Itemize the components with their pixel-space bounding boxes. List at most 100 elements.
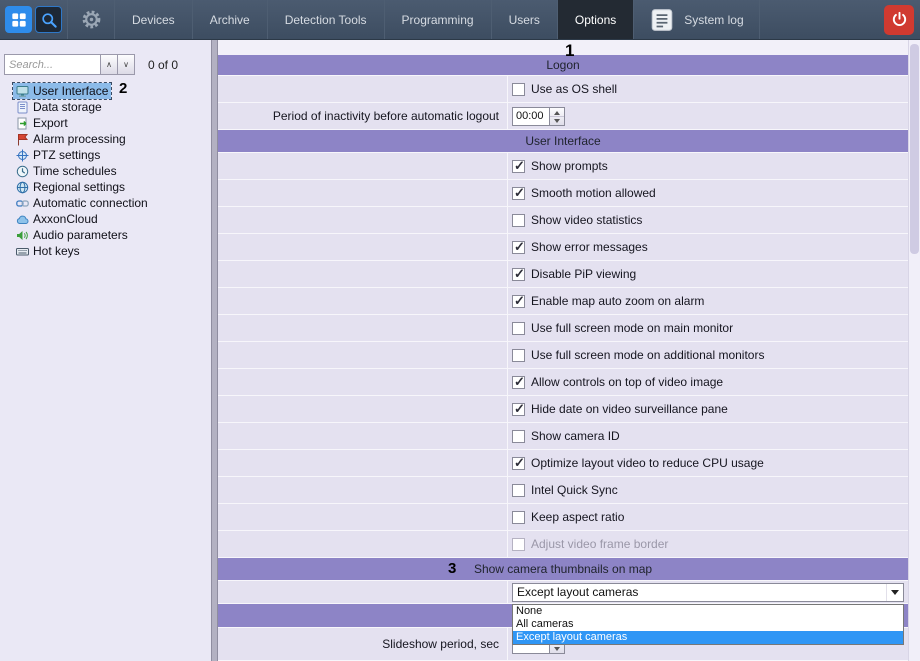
thumbnails-dropdown[interactable]: Except layout cameras [512, 583, 904, 602]
settings-sidebar: ∧ ∨ 0 of 0 User Interface Data storage E… [0, 40, 211, 661]
menu-item-devices[interactable]: Devices [115, 0, 193, 39]
thumbnails-dropdown-row: Except layout cameras [218, 581, 908, 604]
sidebar-item-time-schedules[interactable]: Time schedules [13, 163, 120, 179]
option-label: Smooth motion allowed [531, 186, 656, 200]
sidebar-item-axxoncloud[interactable]: AxxonCloud [13, 211, 101, 227]
option-row: Keep aspect ratio [218, 504, 908, 531]
spinner-down-icon[interactable] [550, 117, 564, 125]
sidebar-item-label: User Interface [33, 84, 108, 98]
sidebar-item-alarm-processing[interactable]: Alarm processing [13, 131, 129, 147]
intel-quick-sync-checkbox[interactable] [512, 484, 525, 497]
settings-panel: Logon Use as OS shell Period of inactivi… [218, 40, 908, 661]
scrollbar-thumb[interactable] [910, 44, 919, 254]
menu-item-detection-tools[interactable]: Detection Tools [268, 0, 385, 39]
sidebar-item-audio-parameters[interactable]: Audio parameters [13, 227, 131, 243]
error-messages-checkbox[interactable] [512, 241, 525, 254]
launcher-icons [0, 0, 67, 39]
vertical-scrollbar[interactable] [908, 40, 920, 661]
disable-pip-checkbox[interactable] [512, 268, 525, 281]
cloud-icon [16, 213, 29, 226]
menu-item-options[interactable]: Options [558, 0, 634, 39]
sidebar-item-data-storage[interactable]: Data storage [13, 99, 105, 115]
sidebar-item-automatic-connection[interactable]: Automatic connection [13, 195, 151, 211]
option-row: Allow controls on top of video image [218, 369, 908, 396]
smooth-motion-checkbox[interactable] [512, 187, 525, 200]
system-log-button[interactable]: System log [634, 0, 759, 39]
spinner-down-icon[interactable] [550, 645, 564, 653]
option-label: Optimize layout video to reduce CPU usag… [531, 456, 764, 470]
hide-date-checkbox[interactable] [512, 403, 525, 416]
option-label: Show error messages [531, 240, 648, 254]
option-row: Show video statistics [218, 207, 908, 234]
speaker-icon [16, 229, 29, 242]
option-label: Use full screen mode on additional monit… [531, 348, 764, 362]
system-log-label: System log [684, 13, 743, 27]
dropdown-option-except-layout[interactable]: Except layout cameras [513, 631, 903, 644]
option-label: Show camera ID [531, 429, 620, 443]
optimize-layout-checkbox[interactable] [512, 457, 525, 470]
sidebar-item-label: PTZ settings [33, 148, 100, 162]
fullscreen-additional-checkbox[interactable] [512, 349, 525, 362]
search-prev-button[interactable]: ∧ [100, 54, 118, 75]
storage-icon [16, 101, 29, 114]
controls-on-top-checkbox[interactable] [512, 376, 525, 389]
spinner-up-icon[interactable] [550, 108, 564, 117]
show-prompts-checkbox[interactable] [512, 160, 525, 173]
inactivity-label: Period of inactivity before automatic lo… [218, 103, 508, 129]
option-row: Enable map auto zoom on alarm [218, 288, 908, 315]
sidebar-item-regional-settings[interactable]: Regional settings [13, 179, 128, 195]
video-statistics-checkbox[interactable] [512, 214, 525, 227]
option-row: Show prompts [218, 153, 908, 180]
option-label: Hide date on video surveillance pane [531, 402, 728, 416]
sidebar-item-export[interactable]: Export [13, 115, 71, 131]
chevron-down-icon[interactable] [886, 584, 903, 601]
option-label: Show video statistics [531, 213, 642, 227]
sidebar-item-ptz-settings[interactable]: PTZ settings [13, 147, 103, 163]
search-input[interactable] [4, 54, 101, 75]
dropdown-option-none[interactable]: None [513, 605, 903, 618]
search-icon[interactable] [35, 6, 62, 33]
sidebar-splitter[interactable] [211, 40, 218, 661]
sidebar-item-label: Regional settings [33, 180, 125, 194]
option-label: Adjust video frame border [531, 537, 668, 551]
option-row: Adjust video frame border [218, 531, 908, 558]
option-row: Show camera ID [218, 423, 908, 450]
sidebar-item-label: Export [33, 116, 68, 130]
power-icon[interactable] [884, 5, 914, 35]
export-icon [16, 117, 29, 130]
map-auto-zoom-checkbox[interactable] [512, 295, 525, 308]
keep-aspect-ratio-checkbox[interactable] [512, 511, 525, 524]
use-as-os-shell-checkbox[interactable] [512, 83, 525, 96]
search-result-count: 0 of 0 [148, 58, 178, 72]
section-header-thumbnails: Show camera thumbnails on map [218, 558, 908, 581]
menu-item-archive[interactable]: Archive [193, 0, 268, 39]
thumbnails-dropdown-list: None All cameras Except layout cameras [512, 604, 904, 645]
camera-id-checkbox[interactable] [512, 430, 525, 443]
sidebar-item-user-interface[interactable]: User Interface [13, 83, 111, 99]
sidebar-item-hot-keys[interactable]: Hot keys [13, 243, 83, 259]
option-label: Show prompts [531, 159, 608, 173]
menu-item-programming[interactable]: Programming [385, 0, 492, 39]
search-next-button[interactable]: ∨ [117, 54, 135, 75]
dropdown-option-all-cameras[interactable]: All cameras [513, 618, 903, 631]
option-row: Use full screen mode on main monitor [218, 315, 908, 342]
menu-item-users[interactable]: Users [492, 0, 558, 39]
annotation-step-3: 3 [448, 560, 456, 577]
video-frame-border-checkbox [512, 538, 525, 551]
settings-gear-icon[interactable] [67, 0, 115, 39]
section-header-logon: Logon [218, 55, 908, 76]
option-label: Use as OS shell [531, 82, 617, 96]
clock-icon [16, 165, 29, 178]
option-row: Intel Quick Sync [218, 477, 908, 504]
option-row: Show error messages [218, 234, 908, 261]
monitor-icon [16, 85, 29, 98]
inactivity-spinner[interactable]: 00:00 [512, 107, 565, 126]
sidebar-item-label: Alarm processing [33, 132, 126, 146]
sidebar-item-label: AxxonCloud [33, 212, 98, 226]
fullscreen-main-checkbox[interactable] [512, 322, 525, 335]
main-menu: Devices Archive Detection Tools Programm… [115, 0, 634, 39]
dropdown-value: Except layout cameras [517, 585, 638, 599]
inactivity-value[interactable]: 00:00 [512, 107, 550, 126]
apps-grid-icon[interactable] [5, 6, 32, 33]
option-label: Allow controls on top of video image [531, 375, 723, 389]
